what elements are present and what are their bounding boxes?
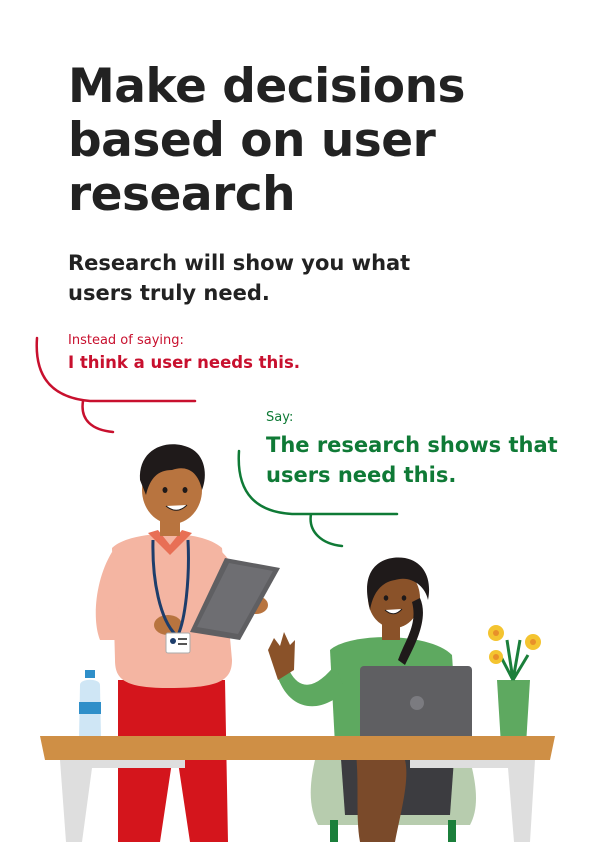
- illustration: [35, 336, 555, 842]
- laptop: [346, 666, 486, 746]
- water-bottle: [79, 670, 101, 738]
- green-bubble-outline: [237, 449, 399, 548]
- flower-pot: [488, 625, 541, 745]
- table: [40, 736, 555, 842]
- standing-person: [95, 444, 280, 842]
- red-bubble-outline: [35, 336, 197, 434]
